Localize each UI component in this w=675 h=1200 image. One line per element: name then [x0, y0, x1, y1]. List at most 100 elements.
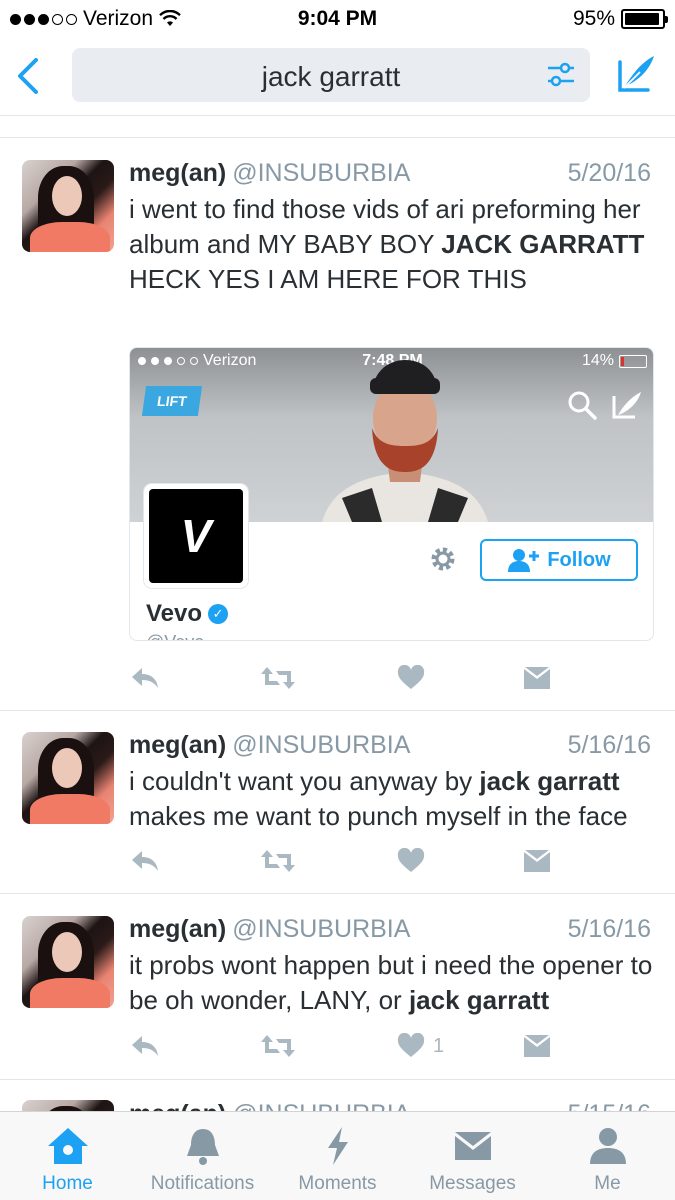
- embedded-battery-icon: [619, 354, 647, 368]
- retweet-button[interactable]: [260, 844, 296, 878]
- tweet-author-handle[interactable]: @INSUBURBIA: [232, 915, 410, 943]
- filter-sliders-icon[interactable]: [546, 62, 576, 88]
- compose-icon: [612, 392, 641, 419]
- tweet-author-name[interactable]: meg(an): [129, 915, 226, 943]
- tweet-header: meg(an) @INSUBURBIA 5/20/16: [129, 159, 653, 193]
- tab-label: Messages: [429, 1173, 516, 1194]
- previous-tweet-edge: [0, 116, 675, 138]
- tab-label: Me: [594, 1173, 621, 1194]
- tweet-actions: [129, 844, 559, 878]
- battery-info: 95%: [572, 7, 668, 31]
- vevo-profile-picture: V: [144, 484, 248, 588]
- direct-message-button[interactable]: [523, 1029, 551, 1063]
- search-icon: [568, 391, 597, 420]
- tweet-date: 5/16/16: [567, 915, 651, 943]
- home-icon: [47, 1128, 88, 1164]
- envelope-icon: [454, 1132, 491, 1160]
- tab-label: Home: [42, 1173, 93, 1194]
- tweet-text-highlight: jack garratt: [408, 985, 550, 1015]
- tweet-actions: [129, 661, 559, 695]
- tab-moments[interactable]: Moments: [270, 1112, 405, 1200]
- tweet-author-name[interactable]: meg(an): [129, 731, 226, 759]
- tweet-text-part: HECK YES I AM HERE FOR THIS: [129, 264, 527, 294]
- person-icon: [589, 1128, 626, 1164]
- avatar[interactable]: [22, 160, 114, 252]
- vevo-logo-letter: V: [149, 489, 243, 583]
- tweet-author-name[interactable]: meg(an): [129, 159, 226, 187]
- tab-me[interactable]: Me: [540, 1112, 675, 1200]
- retweet-button[interactable]: [260, 661, 296, 695]
- tab-messages[interactable]: Messages: [405, 1112, 540, 1200]
- tweet-media-image[interactable]: Verizon 7:48 PM 14% LIFT V Follow Vevo ✓: [129, 347, 654, 641]
- reply-button[interactable]: [129, 1029, 161, 1063]
- follow-button: Follow: [480, 539, 638, 581]
- direct-message-button[interactable]: [523, 661, 551, 695]
- search-input[interactable]: jack garratt: [72, 48, 590, 102]
- heart-icon: [397, 665, 425, 689]
- envelope-icon: [524, 667, 550, 689]
- bottom-tab-bar: Home Notifications Moments Messages Me: [0, 1111, 675, 1200]
- reply-icon: [132, 851, 158, 871]
- tab-label: Moments: [298, 1173, 377, 1194]
- reply-icon: [132, 668, 158, 688]
- gear-icon: [431, 547, 455, 571]
- tweet-author-handle[interactable]: @INSUBURBIA: [232, 159, 410, 187]
- envelope-icon: [524, 1035, 550, 1057]
- battery-percent: 95%: [572, 7, 615, 30]
- envelope-icon: [524, 850, 550, 872]
- tweet-date: 5/16/16: [567, 731, 651, 759]
- back-chevron-icon[interactable]: [14, 56, 44, 96]
- tweet-text-highlight: JACK GARRATT: [441, 229, 645, 259]
- like-button[interactable]: 1: [397, 1029, 444, 1063]
- tab-notifications[interactable]: Notifications: [135, 1112, 270, 1200]
- tweet-text-part: i couldn't want you anyway by: [129, 766, 480, 796]
- battery-icon: [621, 9, 668, 29]
- retweet-button[interactable]: [260, 1029, 296, 1063]
- profile-name: Vevo ✓: [146, 600, 229, 628]
- reply-button[interactable]: [129, 661, 161, 695]
- follow-label: Follow: [547, 548, 611, 571]
- tweet-header: meg(an) @INSUBURBIA 5/16/16: [129, 915, 653, 949]
- tweet-text: it probs wont happen but i need the open…: [129, 948, 659, 1018]
- verified-badge-icon: ✓: [208, 604, 229, 624]
- profile-handle: @Vevo: [146, 632, 204, 640]
- tweet-item[interactable]: meg(an) @INSUBURBIA 5/16/16 it probs wont…: [0, 894, 675, 1080]
- direct-message-button[interactable]: [523, 844, 551, 878]
- retweet-icon: [261, 850, 295, 872]
- avatar[interactable]: [22, 732, 114, 824]
- lift-badge-text: LIFT: [156, 393, 188, 409]
- embedded-toolbar: [567, 390, 643, 420]
- tweet-header: meg(an) @INSUBURBIA 5/16/16: [129, 731, 653, 765]
- tweet-actions: 1: [129, 1029, 559, 1063]
- heart-icon: [397, 1033, 425, 1057]
- reply-icon: [132, 1036, 158, 1056]
- tweet-text-highlight: jack garratt: [479, 766, 620, 796]
- vevo-lift-logo: LIFT: [141, 386, 203, 416]
- like-count: 1: [433, 1034, 445, 1057]
- lightning-icon: [327, 1127, 348, 1165]
- reply-button[interactable]: [129, 844, 161, 878]
- tab-label: Notifications: [150, 1173, 255, 1194]
- tab-home[interactable]: Home: [0, 1112, 135, 1200]
- tweet-text-part: makes me want to punch myself in the fac…: [129, 801, 628, 831]
- tweet-author-handle[interactable]: @INSUBURBIA: [232, 731, 410, 759]
- tweet-item[interactable]: meg(an) @INSUBURBIA 5/16/16 i couldn't wa…: [0, 711, 675, 894]
- embedded-battery: 14%: [581, 352, 614, 369]
- compose-tweet-icon[interactable]: [614, 52, 658, 96]
- retweet-icon: [261, 1035, 295, 1057]
- like-button[interactable]: [397, 661, 425, 695]
- bell-icon: [186, 1129, 219, 1165]
- tweet-text: i couldn't want you anyway by jack garra…: [129, 764, 659, 834]
- heart-icon: [397, 848, 425, 872]
- status-bar: Verizon 9:04 PM 95%: [0, 0, 675, 38]
- partial-tweet-item[interactable]: meg(an)@INSUBURBIA 5/15/16: [0, 1080, 675, 1112]
- tweet-date: 5/20/16: [567, 159, 651, 187]
- search-header: jack garratt: [0, 38, 675, 116]
- tweet-text: i went to find those vids of ari preform…: [129, 192, 659, 297]
- avatar[interactable]: [22, 916, 114, 1008]
- retweet-icon: [261, 667, 295, 689]
- add-user-icon: [508, 549, 540, 572]
- like-button[interactable]: [397, 844, 425, 878]
- artist-photo: [322, 360, 488, 522]
- profile-name-text: Vevo: [146, 600, 203, 627]
